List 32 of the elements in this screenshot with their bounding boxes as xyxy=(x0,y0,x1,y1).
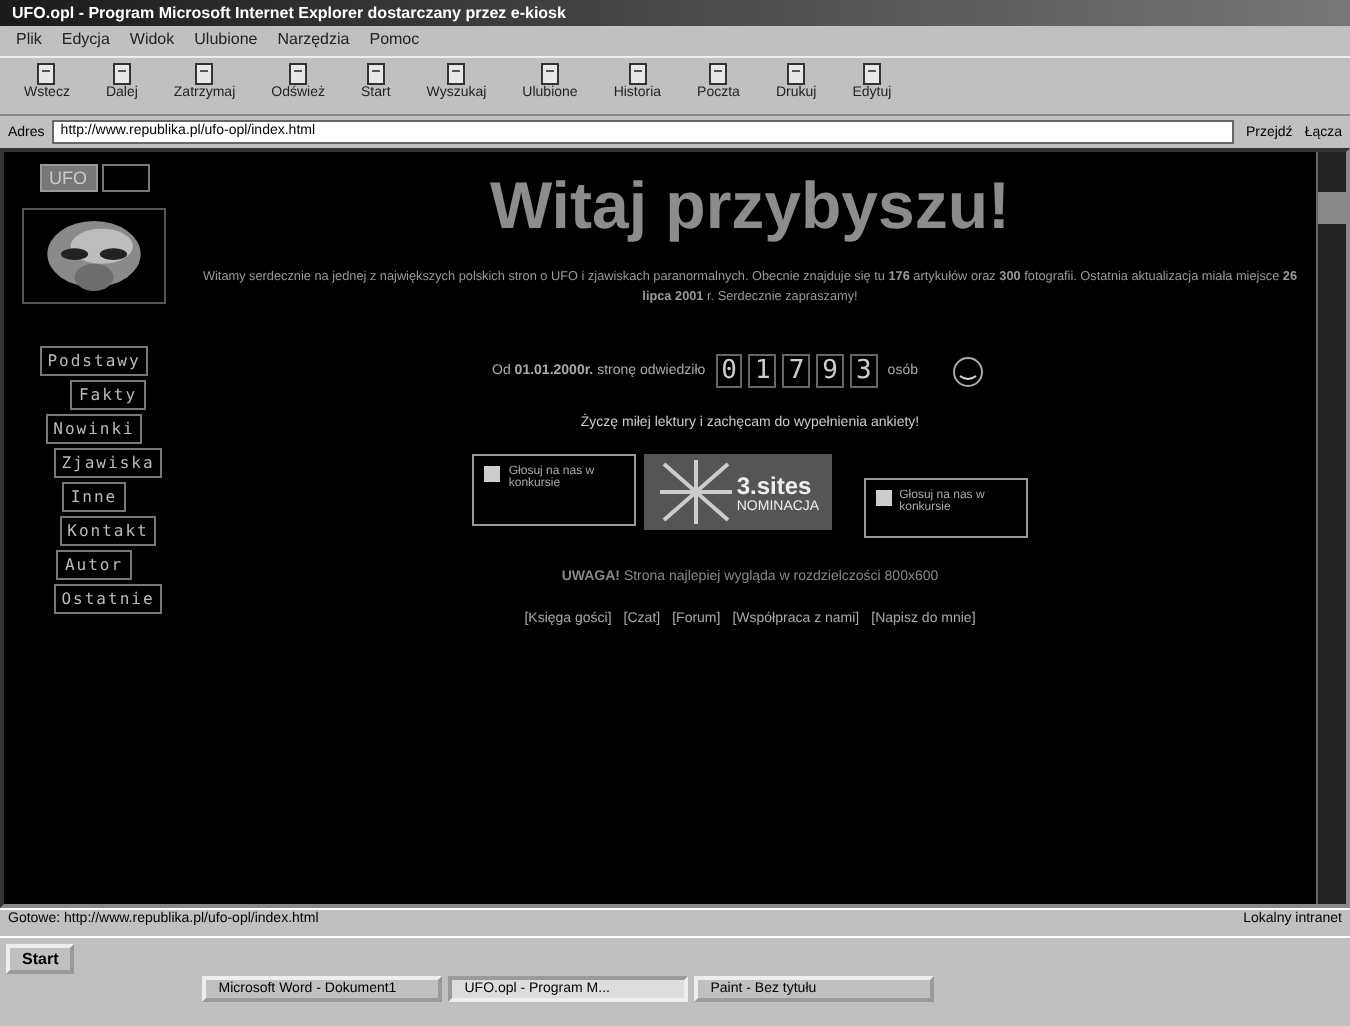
document-icon xyxy=(284,62,313,86)
menu-item[interactable]: Narzędzia xyxy=(277,30,350,52)
window-title: UFO.opl - Program Microsoft Internet Explorer dostarczany przez e-kiosk xyxy=(12,4,566,22)
document-icon xyxy=(782,62,811,86)
scrollbar[interactable] xyxy=(1316,152,1346,904)
start-button[interactable]: Start xyxy=(6,944,75,974)
document-icon xyxy=(190,62,219,86)
menu-item[interactable]: Widok xyxy=(129,30,175,52)
document-icon xyxy=(535,62,564,86)
nav-link[interactable]: Autor xyxy=(56,550,132,580)
nav-link[interactable]: Nowinki xyxy=(45,414,143,444)
menu-item[interactable]: Plik xyxy=(16,30,42,52)
nav-link[interactable]: Fakty xyxy=(70,380,146,410)
nav-link[interactable]: Podstawy xyxy=(39,346,149,376)
nav-link[interactable]: Zjawiska xyxy=(53,448,163,478)
document-icon xyxy=(704,62,733,86)
visit-counter: 0 1 7 9 3 xyxy=(715,354,878,389)
document-icon xyxy=(623,62,652,86)
menu-item[interactable]: Edycja xyxy=(61,30,110,52)
menu-item[interactable]: Pomoc xyxy=(369,30,420,52)
page-heading: Witaj przybyszu! xyxy=(489,168,1011,244)
document-icon xyxy=(361,62,390,86)
nav-link[interactable]: Ostatnie xyxy=(53,584,163,614)
logo-frame xyxy=(101,164,149,192)
menu-item[interactable]: Ulubione xyxy=(194,30,258,52)
nav-link[interactable]: Kontakt xyxy=(59,516,157,546)
document-icon xyxy=(442,62,471,86)
document-icon xyxy=(32,62,61,86)
site-logo: UFO xyxy=(39,164,97,192)
document-icon xyxy=(107,62,136,86)
document-icon xyxy=(857,62,886,86)
nav-link[interactable]: Inne xyxy=(62,482,126,512)
